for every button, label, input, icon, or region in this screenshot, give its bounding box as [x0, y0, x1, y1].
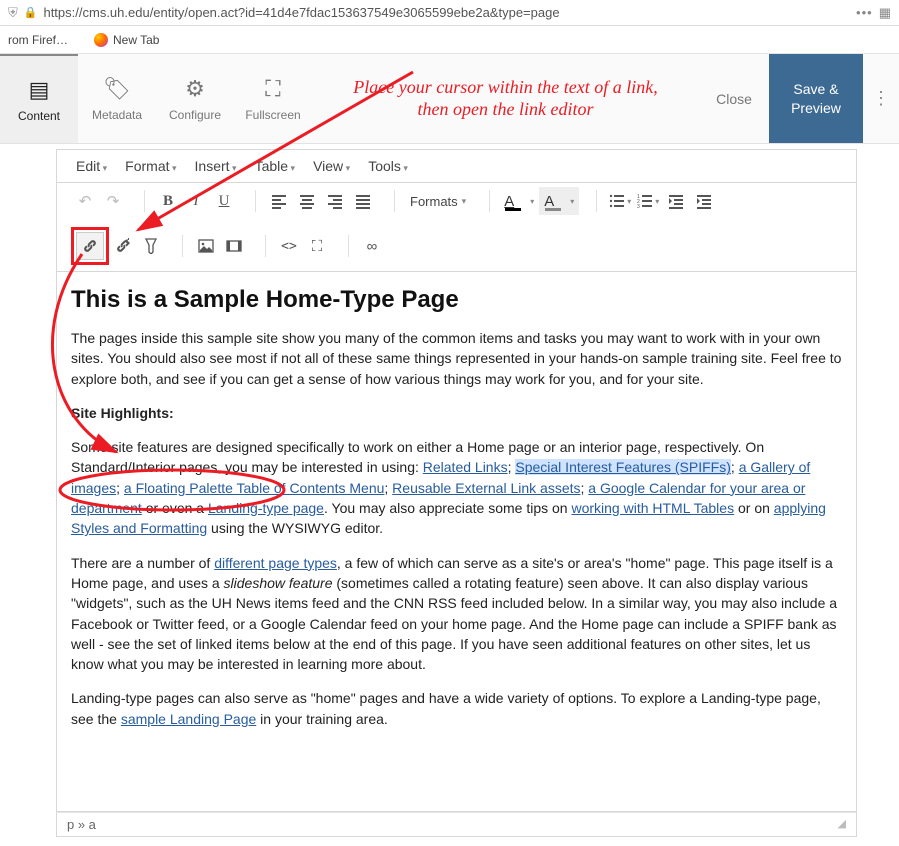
- editor-content[interactable]: This is a Sample Home-Type Page The page…: [56, 272, 857, 812]
- underline-icon[interactable]: U: [210, 187, 238, 215]
- bg-color-icon[interactable]: A: [539, 187, 579, 215]
- align-right-icon[interactable]: [321, 187, 349, 215]
- content-icon: ▤: [29, 77, 50, 103]
- link-landing[interactable]: Landing-type page: [208, 500, 324, 516]
- browser-tab[interactable]: rom Firef…: [2, 31, 74, 49]
- url-text[interactable]: https://cms.uh.edu/entity/open.act?id=41…: [43, 5, 850, 20]
- italic-icon[interactable]: I: [182, 187, 210, 215]
- link-sample-landing[interactable]: sample Landing Page: [121, 711, 256, 727]
- cms-top-bar: ▤ Content 🏷 Metadata ⚙ Configure ⛶ Fulls…: [0, 54, 899, 144]
- statusbar-path[interactable]: p » a: [67, 817, 96, 832]
- link-spiffs[interactable]: Special Interest Features (SPIFFs): [515, 459, 731, 475]
- browser-tab-strip: rom Firef… New Tab: [0, 26, 899, 54]
- number-list-icon[interactable]: 123▾: [634, 187, 662, 215]
- annotation-link-highlight: [71, 227, 109, 265]
- link-reusable[interactable]: Reusable External Link assets: [392, 480, 580, 496]
- svg-text:3: 3: [637, 204, 640, 209]
- link-tables[interactable]: working with HTML Tables: [571, 500, 734, 516]
- infinity-icon[interactable]: ∞: [358, 232, 386, 260]
- gear-icon: ⚙: [185, 76, 205, 102]
- tab-metadata[interactable]: 🏷 Metadata: [78, 54, 156, 143]
- align-center-icon[interactable]: [293, 187, 321, 215]
- bold-icon[interactable]: B: [154, 187, 182, 215]
- close-button[interactable]: Close: [699, 54, 769, 143]
- formats-dropdown[interactable]: Formats: [404, 187, 472, 215]
- tab-fullscreen[interactable]: ⛶ Fullscreen: [234, 54, 312, 143]
- media-icon[interactable]: [220, 232, 248, 260]
- editor-menubar: Edit Format Insert Table View Tools: [56, 149, 857, 182]
- tab-content[interactable]: ▤ Content: [0, 54, 78, 143]
- bullet-list-icon[interactable]: ▾: [606, 187, 634, 215]
- insert-link-icon[interactable]: [76, 232, 104, 260]
- tag-icon: 🏷: [103, 76, 131, 102]
- menu-tools[interactable]: Tools: [359, 155, 417, 177]
- align-justify-icon[interactable]: [349, 187, 377, 215]
- menu-insert[interactable]: Insert: [186, 155, 246, 177]
- annotation-text: Place your cursor within the text of a l…: [353, 77, 657, 120]
- shield-icon: ⛨: [8, 5, 18, 21]
- browser-app-icon[interactable]: ▦: [879, 5, 891, 21]
- source-code-icon[interactable]: <>: [275, 232, 303, 260]
- outdent-icon[interactable]: [662, 187, 690, 215]
- kebab-menu[interactable]: ⋮: [863, 54, 899, 143]
- paragraph[interactable]: Some site features are designed specific…: [71, 437, 842, 538]
- menu-table[interactable]: Table: [246, 155, 305, 177]
- browser-menu-dots[interactable]: •••: [856, 5, 873, 20]
- browser-url-bar: ⛨ 🔒 https://cms.uh.edu/entity/open.act?i…: [0, 0, 899, 26]
- link-pagetypes[interactable]: different page types: [214, 555, 337, 571]
- anchor-icon[interactable]: [137, 232, 165, 260]
- image-icon[interactable]: [192, 232, 220, 260]
- editor-statusbar: p » a ◢: [56, 812, 857, 837]
- lock-icon: 🔒: [24, 6, 38, 19]
- align-left-icon[interactable]: [265, 187, 293, 215]
- fullscreen-editor-icon[interactable]: ⛶: [303, 232, 331, 260]
- redo-icon[interactable]: ↷: [99, 187, 127, 215]
- fullscreen-icon: ⛶: [265, 76, 280, 102]
- link-floating[interactable]: a Floating Palette Table of Contents Men…: [124, 480, 384, 496]
- menu-view[interactable]: View: [304, 155, 359, 177]
- firefox-icon: [94, 33, 108, 47]
- save-preview-button[interactable]: Save & Preview: [769, 54, 863, 143]
- link-related[interactable]: Related Links: [423, 459, 508, 475]
- undo-icon[interactable]: ↶: [71, 187, 99, 215]
- menu-format[interactable]: Format: [116, 155, 185, 177]
- paragraph[interactable]: The pages inside this sample site show y…: [71, 328, 842, 389]
- site-highlights-label[interactable]: Site Highlights:: [71, 405, 174, 421]
- tab-configure[interactable]: ⚙ Configure: [156, 54, 234, 143]
- paragraph[interactable]: There are a number of different page typ…: [71, 553, 842, 675]
- text-color-icon[interactable]: A: [499, 187, 539, 215]
- browser-tab[interactable]: New Tab: [88, 31, 165, 49]
- paragraph[interactable]: Landing-type pages can also serve as "ho…: [71, 688, 842, 729]
- menu-edit[interactable]: Edit: [67, 155, 116, 177]
- indent-icon[interactable]: [690, 187, 718, 215]
- remove-link-icon[interactable]: [109, 232, 137, 260]
- page-heading[interactable]: This is a Sample Home-Type Page: [71, 286, 842, 314]
- resize-handle-icon[interactable]: ◢: [838, 817, 846, 832]
- paragraph[interactable]: Site Highlights:: [71, 403, 842, 423]
- editor-toolbar: ↶ ↷ B I U Formats A A: [56, 182, 857, 272]
